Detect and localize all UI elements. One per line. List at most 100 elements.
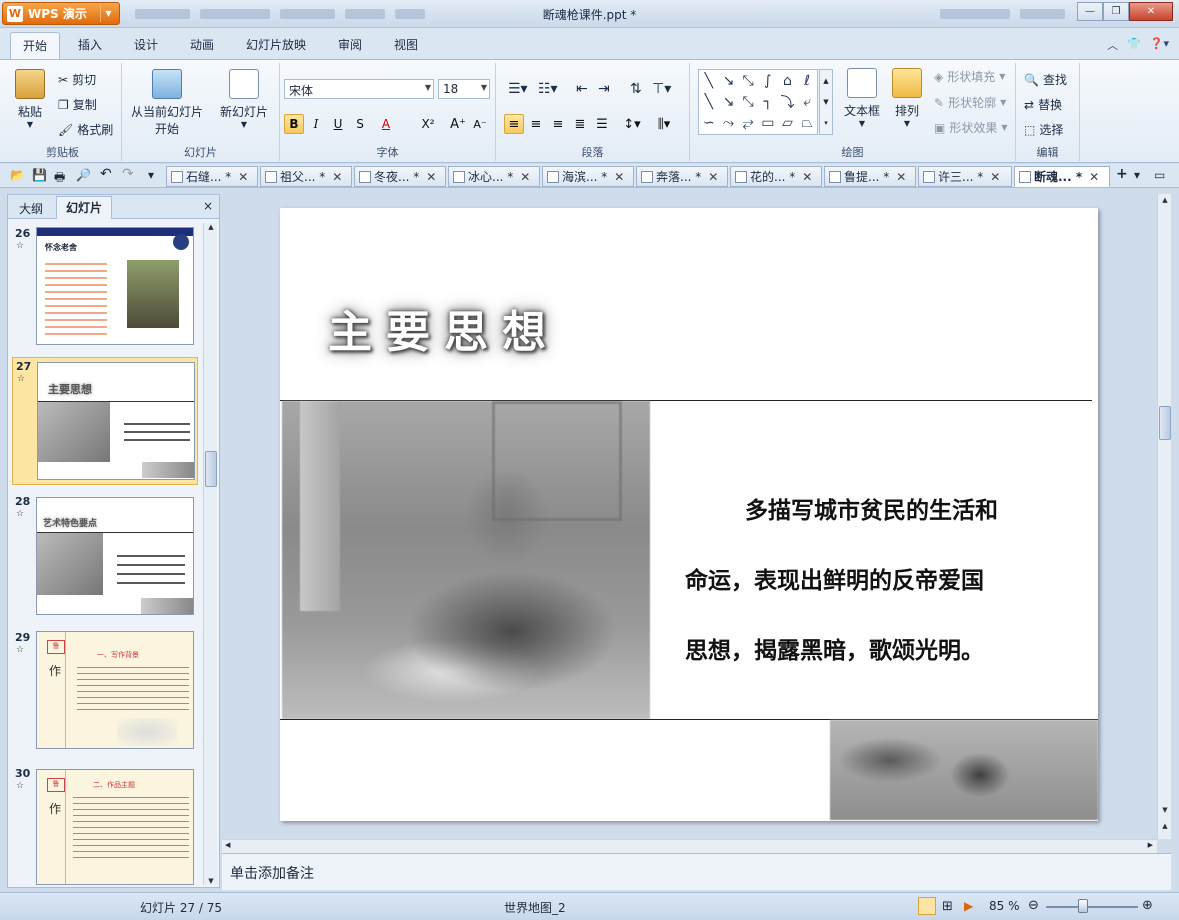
scroll-left-icon[interactable]: ◀ (225, 841, 230, 849)
scrollbar-thumb[interactable] (205, 451, 217, 487)
shape-outline-button[interactable]: ✎ 形状轮廓 ▼ (934, 94, 1006, 111)
close-tab-icon[interactable]: ✕ (1089, 170, 1099, 184)
curved-connector-icon[interactable]: ∽ (699, 113, 719, 134)
scroll-up-icon[interactable]: ▲ (823, 77, 828, 85)
tab-insert[interactable]: 插入 (78, 36, 102, 53)
parallelogram-shape-icon[interactable]: ▱ (778, 113, 798, 134)
scrollbar-thumb[interactable] (1159, 406, 1171, 440)
window-layout-icon[interactable]: ▭ (1154, 168, 1165, 182)
rectangle-shape-icon[interactable]: ▭ (758, 113, 778, 134)
align-right-icon[interactable]: ≡ (548, 114, 568, 134)
shape-fill-button[interactable]: ◈ 形状填充 ▼ (934, 68, 1005, 85)
decrease-indent-icon[interactable]: ⇤ (576, 81, 588, 97)
textbox-button[interactable]: 文本框 ▼ (840, 68, 884, 128)
doc-tab[interactable]: 冰心... * ✕ (448, 166, 540, 187)
customize-toolbar-icon[interactable]: ▾ (148, 168, 154, 182)
print-icon[interactable]: 🖶 (54, 168, 65, 189)
distributed-icon[interactable]: ☰ (592, 114, 612, 134)
text-direction-icon[interactable]: ⇅ (630, 81, 642, 97)
close-tab-icon[interactable]: ✕ (708, 170, 718, 184)
shapes-gallery[interactable]: ╲ ↘ ⤡ ∫ ⌂ ℓ ╲ ↘ ⤡ ┐ ⤵ ⤶ ∽ ⤳ ⥂ ▭ ▱ ⏢ (698, 69, 818, 135)
format-painter-button[interactable]: 🖌 格式刷 (58, 121, 113, 138)
justify-icon[interactable]: ≣ (570, 114, 590, 134)
font-size-combo[interactable]: 18 ▼ (438, 79, 490, 99)
tab-review[interactable]: 审阅 (338, 36, 362, 53)
tab-list-icon[interactable]: ▾ (1134, 168, 1140, 182)
shrink-font-button[interactable]: A⁻ (470, 114, 490, 134)
tab-view[interactable]: 视图 (394, 36, 418, 53)
doc-tab[interactable]: 石缝... * ✕ (166, 166, 258, 187)
line-spacing-icon[interactable]: ↕▾ (622, 114, 642, 134)
close-button[interactable]: ✕ (1129, 2, 1173, 21)
close-tab-icon[interactable]: ✕ (520, 170, 530, 184)
superscript-button[interactable]: X² (418, 114, 438, 134)
scroll-down-icon[interactable]: ▼ (1158, 806, 1172, 814)
close-tab-icon[interactable]: ✕ (896, 170, 906, 184)
redo-icon[interactable]: ↷ (122, 166, 134, 182)
doc-tab[interactable]: 冬夜... * ✕ (354, 166, 446, 187)
doc-tab[interactable]: 许三... * ✕ (918, 166, 1012, 187)
connector-double-icon[interactable]: ⤡ (738, 91, 758, 112)
slide-thumbnail-item[interactable]: 28 ☆ 艺术特色要点 (12, 493, 198, 617)
zoom-slider-thumb[interactable] (1078, 899, 1088, 913)
curved-double-icon[interactable]: ⥂ (738, 113, 758, 134)
font-name-combo[interactable]: 宋体 ▼ (284, 79, 434, 99)
elbow-arrow-icon[interactable]: ⤵ (778, 91, 798, 112)
doc-tab[interactable]: 奔落... * ✕ (636, 166, 728, 187)
tab-design[interactable]: 设计 (134, 36, 158, 53)
slideshow-view-icon[interactable]: ▶ (964, 899, 973, 913)
editor-vertical-scrollbar[interactable]: ▲ ▼ ▲ (1157, 194, 1171, 839)
curved-arrow-icon[interactable]: ⤳ (719, 113, 739, 134)
elbow-double-icon[interactable]: ⤶ (797, 91, 817, 112)
close-tab-icon[interactable]: ✕ (990, 170, 1000, 184)
bullet-list-icon[interactable]: ☰▾ (508, 81, 528, 97)
slide-sorter-icon[interactable]: ⊞ (942, 899, 953, 914)
tab-home[interactable]: 开始 (10, 32, 61, 60)
close-tab-icon[interactable]: ✕ (802, 170, 812, 184)
tab-slideshow[interactable]: 幻灯片放映 (246, 36, 306, 53)
notes-placeholder[interactable]: 单击添加备注 (230, 866, 314, 882)
editor-horizontal-scrollbar[interactable]: ◀ ▶ (222, 839, 1157, 853)
scribble-shape-icon[interactable]: ℓ (797, 70, 817, 91)
replace-button[interactable]: ⇄ 替换 (1024, 96, 1062, 113)
tab-slides[interactable]: 幻灯片 (56, 196, 113, 219)
align-left-icon[interactable]: ≡ (504, 114, 524, 134)
find-button[interactable]: 🔍 查找 (1024, 71, 1067, 88)
zoom-slider-track[interactable] (1046, 906, 1138, 908)
collapse-ribbon-icon[interactable]: ︿ (1107, 37, 1118, 53)
slide-thumbnail-item[interactable]: 29 ☆ 鲁 作 一、写作背景 (12, 629, 198, 753)
normal-view-icon[interactable] (918, 897, 936, 915)
font-color-button[interactable]: A (376, 114, 396, 134)
doc-tab[interactable]: 鲁提... * ✕ (824, 166, 916, 187)
line-shape-icon[interactable]: ╲ (699, 70, 719, 91)
bold-button[interactable]: B (284, 114, 304, 134)
scroll-up-icon[interactable]: ▲ (204, 223, 218, 231)
skin-icon[interactable]: 👕 (1127, 37, 1141, 53)
align-center-icon[interactable]: ≡ (526, 114, 546, 134)
cut-button[interactable]: ✂ 剪切 (58, 71, 96, 88)
scroll-down-icon[interactable]: ▼ (204, 877, 218, 885)
slide-thumbnail-item-selected[interactable]: 27 ☆ 主要思想 (12, 357, 198, 485)
doc-tab-active[interactable]: 断魂... * ✕ (1014, 166, 1110, 187)
slide-thumbnail-item[interactable]: 26 ☆ 怀念老舍 (12, 225, 198, 349)
select-button[interactable]: ⬚ 选择 (1024, 121, 1063, 138)
minimize-button[interactable]: — (1077, 2, 1103, 21)
close-tab-icon[interactable]: ✕ (426, 170, 436, 184)
close-pane-icon[interactable]: × (203, 199, 213, 213)
underline-button[interactable]: U (328, 114, 348, 134)
zoom-out-icon[interactable]: ⊖ (1028, 898, 1039, 913)
freeform-shape-icon[interactable]: ⌂ (778, 70, 798, 91)
doc-tab[interactable]: 海滨... * ✕ (542, 166, 634, 187)
scroll-down-icon[interactable]: ▼ (823, 98, 828, 106)
tab-animation[interactable]: 动画 (190, 36, 214, 53)
close-tab-icon[interactable]: ✕ (238, 170, 248, 184)
grow-font-button[interactable]: A⁺ (448, 114, 468, 134)
doc-tab[interactable]: 花的... * ✕ (730, 166, 822, 187)
elbow-connector-icon[interactable]: ┐ (758, 91, 778, 112)
help-icon[interactable]: ❓▾ (1150, 37, 1169, 53)
play-from-current-button[interactable]: 从当前幻灯片 开始 (126, 69, 208, 137)
paste-button[interactable]: 粘贴 ▼ (12, 69, 48, 129)
new-tab-icon[interactable]: + (1116, 166, 1128, 182)
print-preview-icon[interactable]: 🔎 (76, 168, 91, 182)
numbered-list-icon[interactable]: ☷▾ (538, 81, 558, 97)
